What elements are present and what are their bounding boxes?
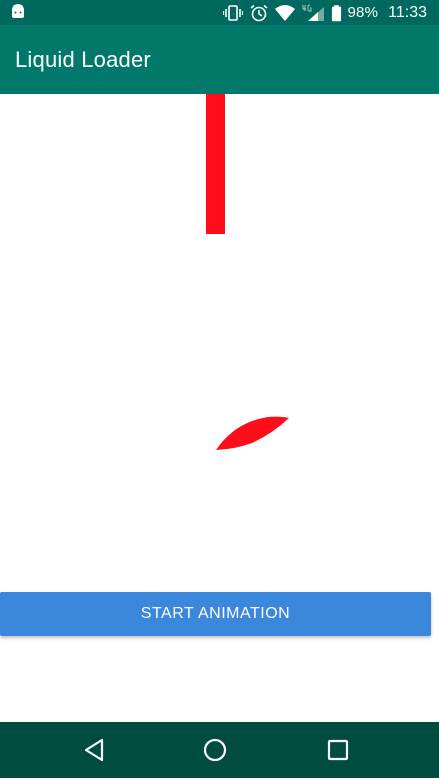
home-icon[interactable]	[201, 736, 229, 764]
clock: 11:33	[388, 3, 427, 21]
navigation-bar	[0, 722, 439, 778]
vibrate-icon	[222, 4, 243, 21]
app-screen: 98% 11:33 Liquid Loader START ANIMATION	[0, 0, 439, 778]
wifi-icon	[274, 4, 295, 21]
liquid-stream	[206, 94, 225, 234]
recents-icon[interactable]	[324, 736, 352, 764]
liquid-drop	[216, 416, 289, 450]
back-icon[interactable]	[80, 736, 108, 764]
app-bar: Liquid Loader	[0, 25, 439, 94]
app-title: Liquid Loader	[15, 47, 151, 72]
battery-icon	[331, 4, 341, 21]
start-animation-button[interactable]: START ANIMATION	[0, 592, 431, 636]
android-icon	[12, 4, 24, 18]
battery-percentage: 98%	[347, 4, 379, 21]
status-icons: 98% 11:33	[222, 0, 439, 25]
alarm-icon	[250, 4, 268, 21]
status-bar: 98% 11:33	[0, 0, 439, 25]
4g-signal-icon	[302, 4, 324, 21]
